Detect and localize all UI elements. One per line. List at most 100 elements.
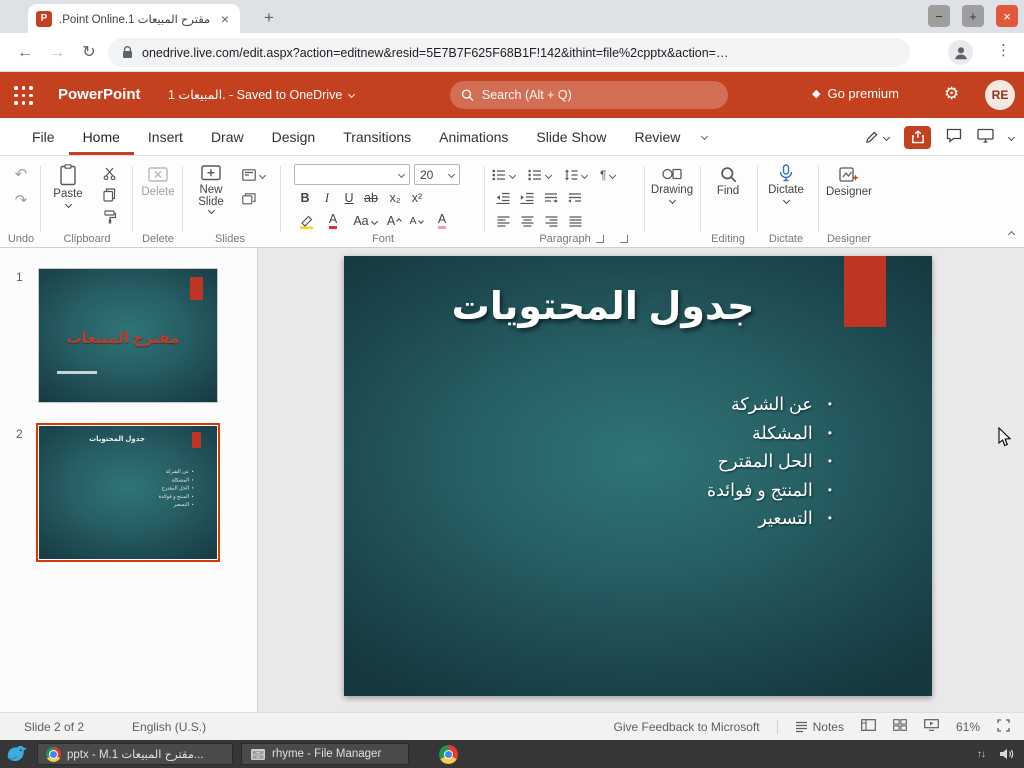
tab-transitions[interactable]: Transitions: [329, 118, 425, 155]
share-button[interactable]: [904, 125, 931, 149]
tab-draw[interactable]: Draw: [197, 118, 258, 155]
text-direction-button[interactable]: ¶: [600, 165, 617, 185]
shrink-font-button[interactable]: A: [406, 211, 426, 231]
slide-1-thumbnail[interactable]: مقترح المبيعات: [38, 268, 218, 403]
window-minimize-button[interactable]: −: [928, 5, 950, 27]
browser-profile-button[interactable]: [948, 40, 973, 65]
tab-design[interactable]: Design: [258, 118, 330, 155]
font-name-combo[interactable]: [294, 164, 410, 185]
new-tab-button[interactable]: +: [258, 7, 280, 29]
slide-layout-button[interactable]: [242, 165, 267, 185]
bold-button[interactable]: B: [294, 188, 316, 208]
strikethrough-button[interactable]: ab: [360, 188, 382, 208]
slide-title[interactable]: جدول المحتويات: [344, 284, 862, 329]
more-tabs-chevron-icon[interactable]: [694, 118, 715, 155]
align-left-button[interactable]: [492, 211, 514, 231]
italic-button[interactable]: I: [316, 188, 338, 208]
window-maximize-button[interactable]: +: [962, 5, 984, 27]
powerpoint-header: PowerPoint المبيعات 1. - Saved to OneDri…: [0, 72, 1024, 118]
tab-close-icon[interactable]: ×: [218, 11, 232, 27]
collapse-ribbon-button[interactable]: [1007, 224, 1016, 239]
address-bar[interactable]: onedrive.live.com/edit.aspx?action=editn…: [108, 38, 910, 67]
align-right-button[interactable]: [540, 211, 562, 231]
chrome-launcher-icon[interactable]: [439, 744, 458, 764]
increase-indent-button[interactable]: [516, 188, 538, 208]
taskbar-window-file-manager[interactable]: rhyme - File Manager: [241, 743, 409, 765]
duplicate-slide-button[interactable]: [242, 189, 256, 209]
normal-view-button[interactable]: [861, 719, 876, 734]
right-to-left-button[interactable]: [564, 188, 586, 208]
search-box[interactable]: [450, 81, 728, 109]
app-launcher-icon[interactable]: [14, 86, 33, 105]
go-premium-button[interactable]: ◆ Go premium: [812, 86, 899, 101]
speaker-icon[interactable]: [999, 748, 1014, 760]
slide-bullet-list[interactable]: •عن الشركة •المشكلة •الحل المقترح •المنت…: [707, 390, 832, 533]
tab-home[interactable]: Home: [69, 118, 134, 155]
app-launcher-bird-icon[interactable]: [5, 743, 29, 765]
browser-menu-icon[interactable]: ⋮: [996, 41, 1011, 59]
drawing-button[interactable]: Drawing: [650, 166, 694, 205]
editing-mode-pen-button[interactable]: [864, 129, 891, 145]
tab-animations[interactable]: Animations: [425, 118, 522, 155]
delete-button[interactable]: Delete: [138, 166, 178, 198]
language-selector[interactable]: English (U.S.): [132, 720, 206, 734]
line-spacing-button[interactable]: [564, 165, 589, 185]
slide-2-thumbnail[interactable]: جدول المحتويات •عن الشركة •المشكلة •الحل…: [36, 423, 220, 562]
change-case-button[interactable]: Aa: [350, 211, 380, 231]
back-icon[interactable]: ←: [14, 42, 36, 64]
notes-icon: [795, 721, 807, 732]
chevron-down-icon: [258, 171, 267, 179]
cut-button[interactable]: [98, 163, 120, 183]
grow-font-button[interactable]: A: [384, 211, 404, 231]
account-avatar[interactable]: RE: [985, 80, 1015, 110]
underline-button[interactable]: U: [338, 188, 360, 208]
comments-button[interactable]: [946, 128, 962, 146]
feedback-link[interactable]: Give Feedback to Microsoft: [614, 720, 760, 734]
paste-button[interactable]: Paste: [46, 164, 90, 209]
fit-to-window-button[interactable]: [997, 718, 1010, 735]
document-title[interactable]: المبيعات 1. - Saved to OneDrive: [168, 87, 356, 102]
taskbar-window-title: pptx - M.1 مقترح المبيعات...: [67, 749, 204, 761]
bullets-button[interactable]: [492, 165, 517, 185]
slide-editor[interactable]: جدول المحتويات •عن الشركة •المشكلة •الحل…: [344, 256, 932, 696]
notes-toggle[interactable]: Notes: [795, 720, 844, 734]
justify-button[interactable]: [564, 211, 586, 231]
more-commands-chevron-icon[interactable]: [1007, 133, 1016, 141]
undo-button[interactable]: ↶: [10, 164, 32, 184]
browser-tab[interactable]: P .Point Online.1 مقترح المبيعات ×: [28, 4, 240, 33]
subscript-button[interactable]: x₂: [384, 188, 406, 208]
format-painter-button[interactable]: [98, 207, 120, 227]
slideshow-view-button[interactable]: [924, 719, 939, 734]
tab-file[interactable]: File: [18, 118, 69, 155]
zoom-level[interactable]: 61%: [956, 720, 980, 734]
find-button[interactable]: Find: [706, 166, 750, 197]
taskbar-window-powerpoint[interactable]: pptx - M.1 مقترح المبيعات...: [37, 743, 233, 765]
left-to-right-button[interactable]: [540, 188, 562, 208]
highlight-color-button[interactable]: [294, 211, 318, 231]
superscript-button[interactable]: x²: [406, 188, 428, 208]
new-slide-button[interactable]: New Slide: [188, 164, 234, 215]
font-color-button[interactable]: A: [322, 211, 344, 231]
settings-gear-icon[interactable]: ⚙: [944, 84, 959, 104]
numbering-button[interactable]: [528, 165, 553, 185]
file-manager-icon: [251, 749, 265, 760]
tab-review[interactable]: Review: [620, 118, 694, 155]
align-center-button[interactable]: [516, 211, 538, 231]
tab-insert[interactable]: Insert: [134, 118, 197, 155]
copy-button[interactable]: [98, 185, 120, 205]
redo-button[interactable]: ↷: [10, 190, 32, 210]
search-input[interactable]: [481, 88, 717, 102]
present-button[interactable]: [977, 128, 994, 146]
font-size-combo[interactable]: 20: [414, 164, 460, 185]
decrease-indent-button[interactable]: [492, 188, 514, 208]
designer-button[interactable]: Designer: [824, 166, 874, 198]
slide-sorter-view-button[interactable]: [893, 719, 907, 734]
clear-formatting-button[interactable]: A: [430, 211, 454, 231]
group-label: Dictate: [768, 233, 804, 245]
dictate-button[interactable]: Dictate: [762, 164, 810, 205]
tab-slide-show[interactable]: Slide Show: [522, 118, 620, 155]
reload-icon[interactable]: ↻: [78, 42, 100, 64]
network-activity-icon[interactable]: ↑↓: [977, 749, 986, 760]
window-close-button[interactable]: ×: [996, 5, 1018, 27]
forward-icon[interactable]: →: [46, 42, 68, 64]
